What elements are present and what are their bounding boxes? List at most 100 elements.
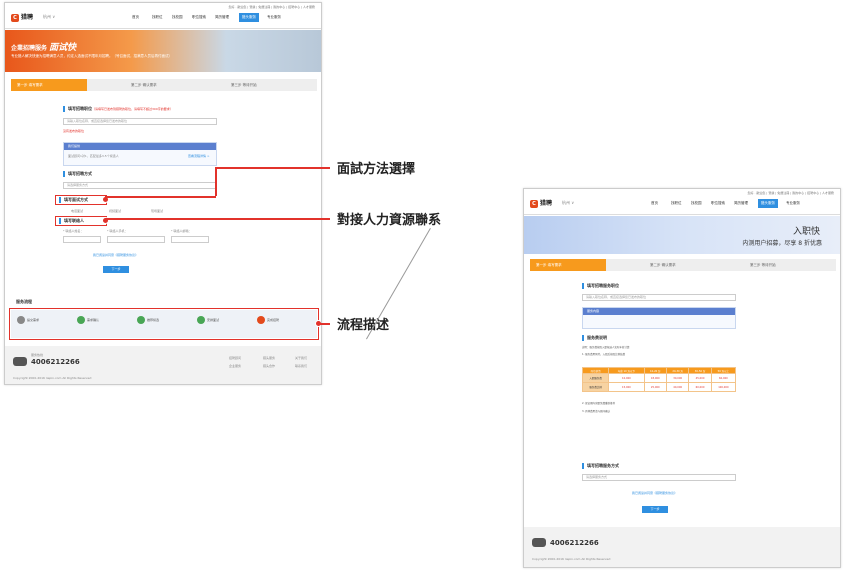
footer-link-4[interactable]: 企业服务 [229, 364, 241, 368]
radio-onsite[interactable]: 现场面试 [151, 209, 163, 213]
agree-checkbox[interactable]: 我已阅读并同意《猎聘服务协议》 [93, 253, 138, 257]
top-header: 您好 · 歡迎您 | 登錄 | 免費注冊 | 我的中心 | 招聘中心 | 人才服… [5, 3, 321, 29]
job-input[interactable]: 请输入职位名称，或直接选择您已发布的职位 [63, 118, 217, 125]
nav-resume[interactable]: 简历管理 [215, 15, 229, 20]
section-job-right: 填写招聘服务职位 [582, 283, 619, 289]
footer-link-5[interactable]: 猎头合作 [263, 364, 275, 368]
banner-subtitle: 专业猎人解决快速为招聘满意人员，约定入选面试不限年月招聘。（号召面试，招满意人员… [11, 54, 172, 58]
copyright-right: Copyright 2000-2016 liepin.com All Right… [532, 557, 611, 561]
hotline-label: 服务热线 [31, 353, 44, 357]
radio-video[interactable]: 视频面试 [109, 209, 121, 213]
footer-link-2[interactable]: 猎头服务 [263, 356, 275, 360]
label-name: * 联络人姓名： [63, 229, 84, 233]
callout-line-method-v [215, 167, 217, 196]
section-job: 填写招聘职位（请填写已发布到猎聘的职位，请填写不超过300字的要求） [63, 106, 173, 112]
left-screenshot: 您好 · 歡迎您 | 登錄 | 免費注冊 | 我的中心 | 招聘中心 | 人才服… [4, 2, 322, 385]
email-input[interactable] [171, 236, 209, 243]
radio-phone[interactable]: 电话面试 [71, 209, 83, 213]
phone-input[interactable] [107, 236, 165, 243]
nav-home-right[interactable]: 首页 [651, 201, 658, 206]
method-select-right[interactable]: 请选择服务方式 [582, 474, 736, 481]
service-box-title: 我们提供 [64, 143, 216, 150]
footer-link-1[interactable]: 招聘顾问 [229, 356, 241, 360]
location-selector[interactable]: 杭州 ∨ [43, 14, 55, 20]
section-fee: 服务费说明 [582, 335, 607, 341]
nav-pro[interactable]: 专业服务 [267, 15, 281, 20]
section-service: 填写招聘方式 [63, 171, 92, 177]
td: 入职服务费 [581, 373, 610, 383]
section-method: 填写面试方式 [59, 197, 88, 203]
td: 18,000 [643, 373, 667, 383]
step-1-right: 第一步 填写需求 [530, 259, 606, 271]
hero-banner: 企業招聘服务 面试快 专业猎人解决快速为招聘满意人员，约定入选面试不限年月招聘。… [5, 30, 321, 72]
step-bar: 第一步 填写需求 第二步 确认需求 第三步 等待开始 [11, 79, 317, 91]
nav-jobs-right[interactable]: 找职位 [671, 201, 682, 206]
td: 100,000 [710, 382, 737, 392]
nav-campus[interactable]: 找校园 [172, 15, 183, 20]
callout-line-method-h [215, 167, 330, 169]
link-no-job[interactable]: 没有发布的职位 [63, 129, 84, 133]
nav-campus-right[interactable]: 找校园 [691, 201, 702, 206]
callout-line-hr [105, 218, 330, 220]
step-2: 第二步 确认需求 [131, 83, 157, 87]
banner-right-title: 入职快 [792, 227, 820, 237]
nav-search[interactable]: 职位搜索 [192, 15, 206, 20]
agree-checkbox-right[interactable]: 我已阅读并同意《猎聘服务协议》 [632, 491, 677, 495]
hotline-number-right: 4006212266 [550, 539, 599, 547]
footer-right: 4006212266 Copyright 2000-2016 liepin.co… [524, 527, 840, 567]
footer: 服务热线 4006212266 Copyright 2000-2016 liep… [5, 346, 321, 384]
site-logo-right[interactable]: C 猎聘 [530, 198, 552, 208]
fee-note-3: 2. 保证期内离职免费重新推荐 [582, 402, 616, 405]
job-input-right[interactable]: 请输入职位名称，或直接选择您已发布的职位 [582, 294, 736, 301]
service-box-right: 服务内容 [582, 307, 736, 329]
nav-jobs[interactable]: 找职位 [152, 15, 163, 20]
phone-icon [13, 357, 27, 366]
fee-note-2: 1. 服务费用预付，入职后按照比例结算 [582, 353, 626, 356]
divider-line [366, 228, 431, 340]
nav-headhunt[interactable]: 猎头服务 [239, 13, 259, 22]
td: 30,000 [665, 373, 690, 383]
nav-pro-right[interactable]: 专业服务 [786, 201, 800, 206]
next-button-right[interactable]: 下一步 [642, 506, 668, 513]
step-2-right: 第二步 确认需求 [650, 263, 676, 267]
section-method-right: 填写招聘服务方式 [582, 463, 619, 469]
fee-note-4: 3. 具体费用请与顾问确认 [582, 410, 611, 413]
section-contact: 填写联络人 [59, 218, 84, 224]
nav-headhunt-right[interactable]: 猎头服务 [758, 199, 778, 208]
flow-title: 服务流程 [16, 299, 32, 304]
fee-note-1: 说明：服务费按照入职候选人实际年薪计算 [582, 346, 630, 349]
utility-bar[interactable]: 您好 · 歡迎您 | 登錄 | 免費注冊 | 我的中心 | 招聘中心 | 人才服… [229, 5, 315, 9]
copyright: Copyright 2000-2016 liepin.com All Right… [13, 376, 92, 380]
step-bar-right: 第一步 填写需求 第二步 确认需求 第三步 等待开始 [530, 259, 836, 271]
service-box-text: 面试顾问1对1，匹配最多3-5个候选人 [68, 154, 119, 158]
service-select[interactable]: 请选择服务方式 [63, 182, 217, 189]
step-3: 第三步 等待开始 [231, 83, 257, 87]
step-3-right: 第三步 等待开始 [750, 263, 776, 267]
location-selector-right[interactable]: 杭州 ∨ [562, 200, 574, 206]
nav-home[interactable]: 首页 [132, 15, 139, 20]
name-input[interactable] [63, 236, 101, 243]
td: 40,000 [665, 382, 690, 392]
footer-link-6[interactable]: 联系我们 [295, 364, 307, 368]
site-logo[interactable]: C 猎聘 [11, 12, 33, 22]
td: 15,000 [608, 382, 645, 392]
next-button[interactable]: 下一步 [103, 266, 129, 273]
step-1: 第一步 填写需求 [11, 79, 87, 91]
service-box: 我们提供 面试顾问1对1，匹配最多3-5个候选人 查看流程详情 > [63, 142, 217, 166]
service-box-link[interactable]: 查看流程详情 > [188, 154, 209, 158]
td: 服务费比例 [581, 382, 610, 392]
td: 10,000 [608, 373, 645, 383]
td: 60,000 [688, 382, 712, 392]
banner-title: 企業招聘服务 面试快 [11, 43, 77, 53]
banner-right-sub: 内测用户招募，尽享 8 折优惠 [742, 240, 822, 247]
td: 60,000 [710, 373, 737, 383]
td: 45,000 [688, 373, 712, 383]
utility-bar-right[interactable]: 您好 · 歡迎您 | 登錄 | 免費注冊 | 我的中心 | 招聘中心 | 人才服… [748, 191, 834, 195]
nav-search-right[interactable]: 职位搜索 [711, 201, 725, 206]
fee-table: 岗位薪资 年薪 10 万以下 10-20 万 20-30 万 30-50 万 50 万以上… [581, 367, 737, 392]
table-row: 服务费比例 15,000 25,000 40,000 60,000 100,000 [581, 382, 737, 392]
callout-line-method-b [105, 196, 216, 198]
footer-link-3[interactable]: 关于我们 [295, 356, 307, 360]
nav-resume-right[interactable]: 简历管理 [734, 201, 748, 206]
phone-icon-right [532, 538, 546, 547]
